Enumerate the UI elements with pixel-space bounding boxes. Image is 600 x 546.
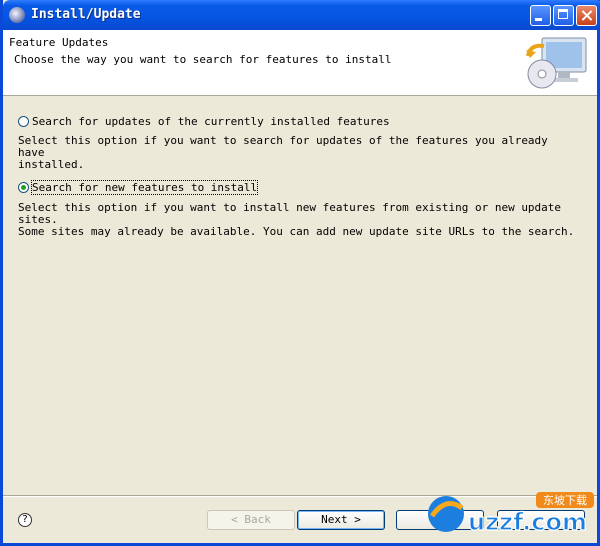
back-button[interactable]: < Back <box>207 510 295 530</box>
help-icon[interactable]: ? <box>18 513 32 527</box>
radio-updates[interactable] <box>18 116 29 127</box>
option-new-features[interactable]: Search for new features to install <box>18 180 259 195</box>
watermark-text: uzzf.com <box>468 508 587 536</box>
option-new-features-label[interactable]: Search for new features to install <box>30 180 259 195</box>
option-new-desc-line2: Some sites may already be available. You… <box>18 225 575 238</box>
option-new-features-description: Select this option if you want to instal… <box>18 202 578 238</box>
window-title: Install/Update <box>31 7 141 22</box>
install-wizard-icon <box>526 37 587 89</box>
close-button[interactable] <box>576 5 597 26</box>
option-updates-desc-line1: Select this option if you want to search… <box>18 134 548 159</box>
wizard-header: Feature Updates Choose the way you want … <box>3 30 597 96</box>
uzzf-watermark: 东坡下载 uzzf.com <box>428 492 594 537</box>
minimize-button[interactable] <box>530 5 551 26</box>
eclipse-icon <box>9 7 25 23</box>
page-description: Choose the way you want to search for fe… <box>14 53 392 66</box>
option-updates-label[interactable]: Search for updates of the currently inst… <box>32 115 390 128</box>
radio-new-features[interactable] <box>18 182 29 193</box>
option-updates-description: Select this option if you want to search… <box>18 135 578 171</box>
wizard-content: Search for updates of the currently inst… <box>3 97 597 492</box>
watermark-badge: 东坡下载 <box>543 494 587 507</box>
next-button[interactable]: Next > <box>297 510 385 530</box>
option-updates-desc-line2: installed. <box>18 158 85 171</box>
page-title: Feature Updates <box>9 36 109 49</box>
option-updates[interactable]: Search for updates of the currently inst… <box>18 115 390 128</box>
maximize-button[interactable] <box>553 5 574 26</box>
option-new-desc-line1: Select this option if you want to instal… <box>18 201 562 226</box>
title-bar[interactable]: Install/Update <box>3 0 600 30</box>
